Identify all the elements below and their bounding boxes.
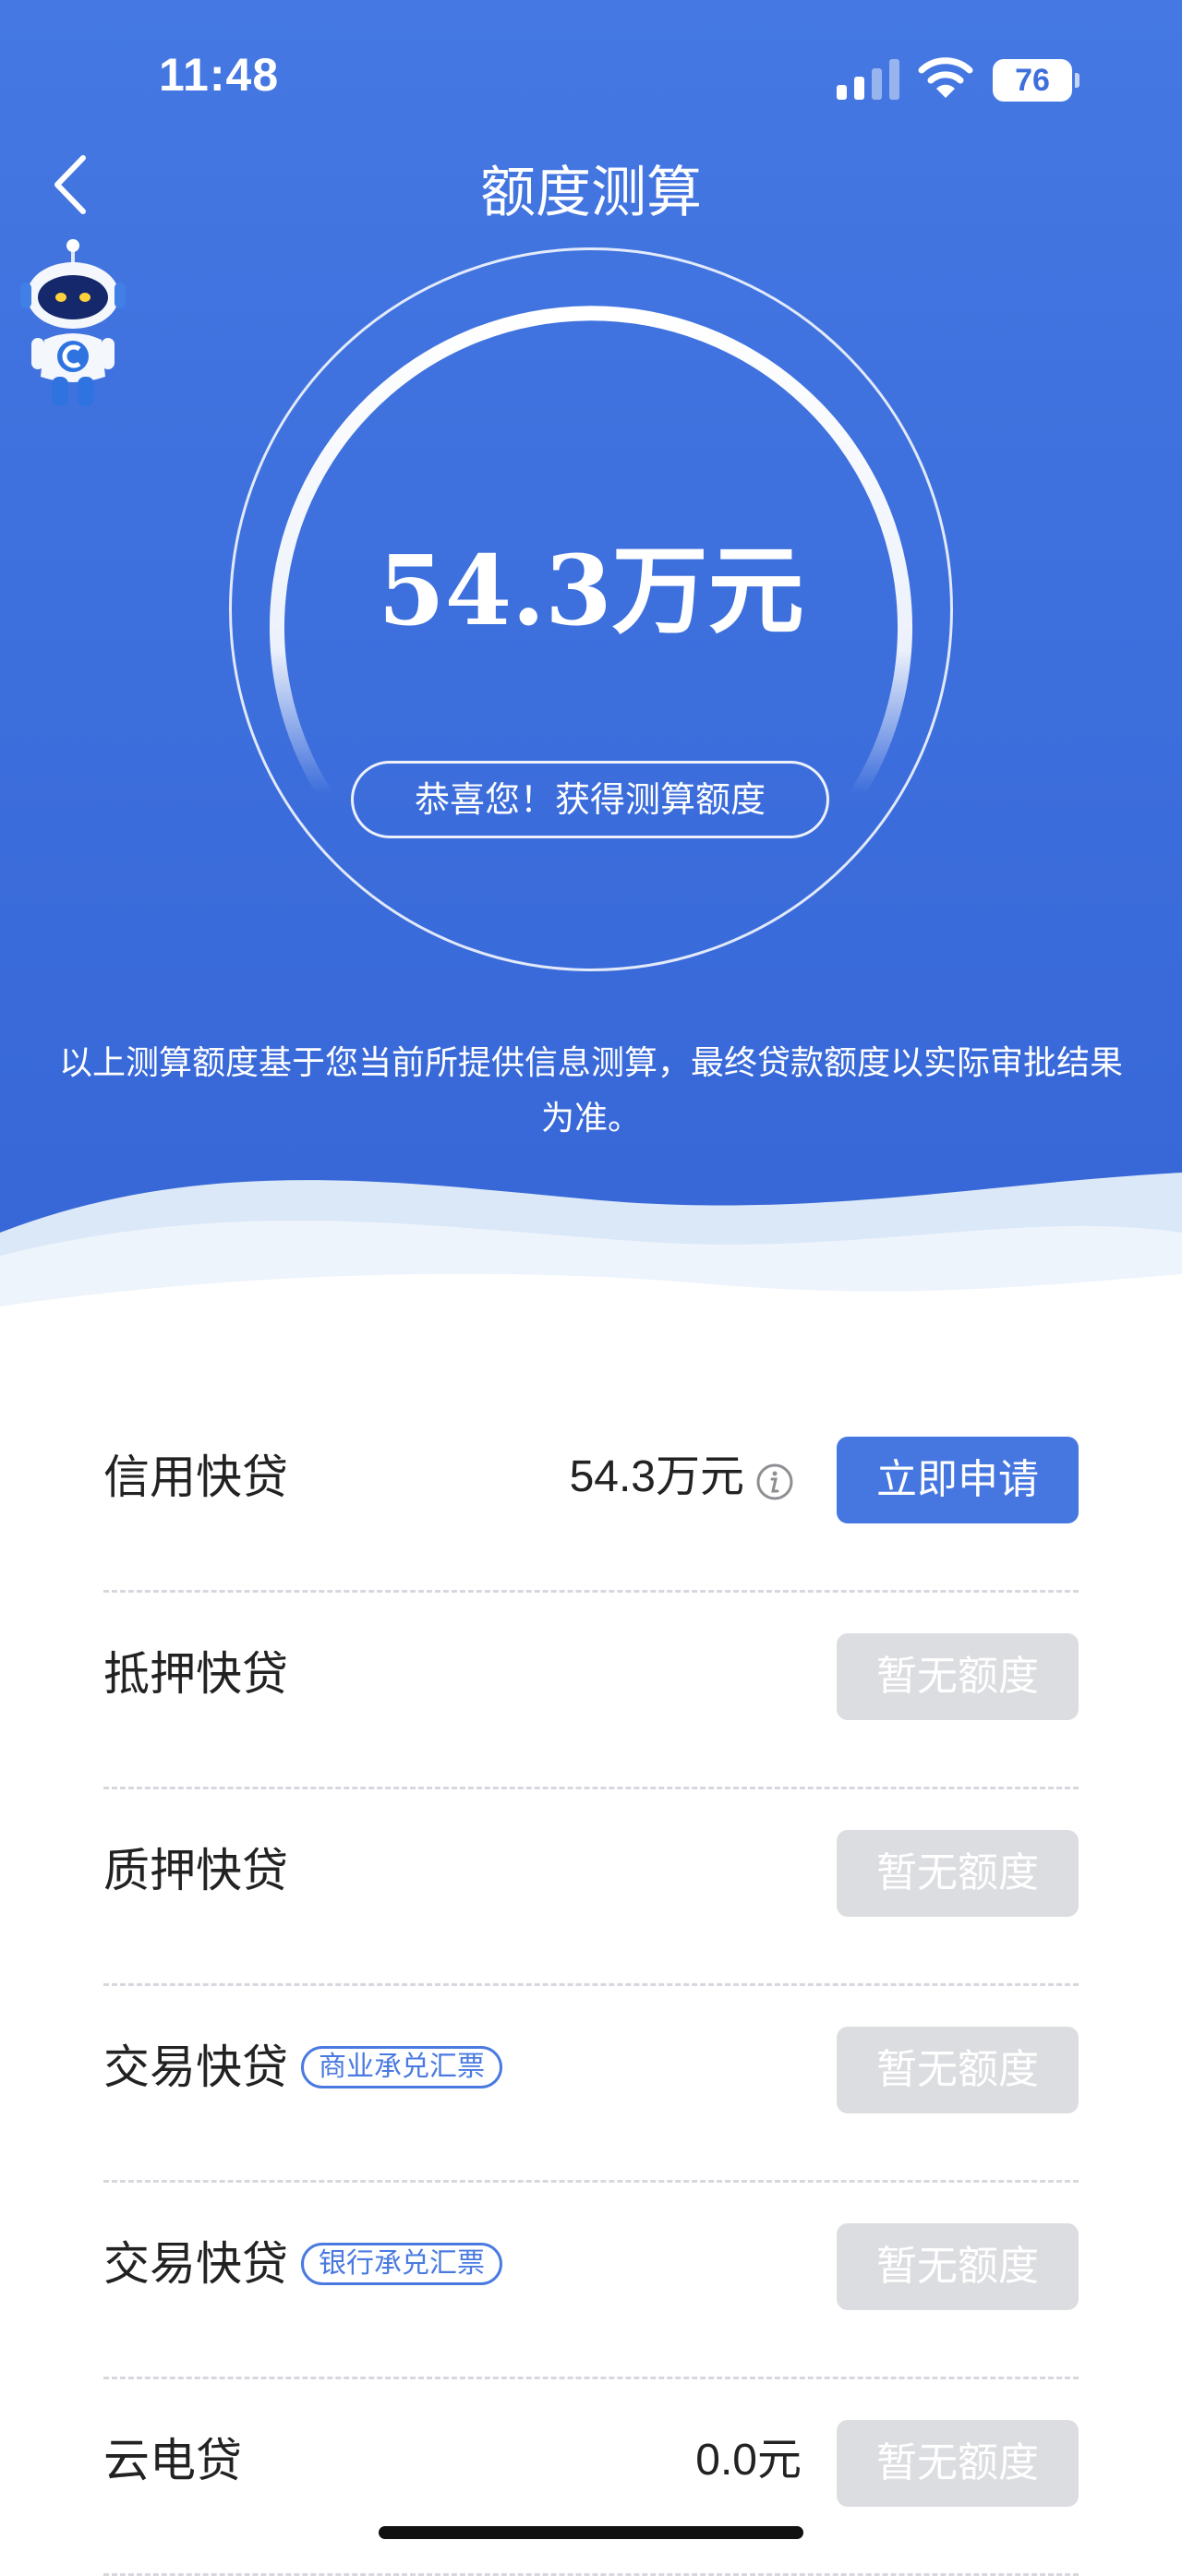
product-row-trade-commercial: 交易快贷 商业承兑汇票 暂无额度 xyxy=(103,1986,1079,2183)
product-name: 交易快贷 xyxy=(103,2237,288,2291)
product-name: 云电贷 xyxy=(103,2434,242,2487)
page-title: 额度测算 xyxy=(480,161,702,225)
battery-indicator: 76 xyxy=(993,59,1079,102)
product-tag: 银行承兑汇票 xyxy=(301,2242,502,2285)
wave-decoration xyxy=(0,1173,1182,1385)
no-quota-button[interactable]: 暂无额度 xyxy=(837,2420,1079,2507)
product-name: 抵押快贷 xyxy=(103,1647,288,1701)
congrats-badge: 恭喜您！获得测算额度 xyxy=(351,761,829,838)
product-row-cloud-electric: 云电贷 0.0元 暂无额度 xyxy=(103,2379,1079,2576)
product-row-pledge: 质押快贷 暂无额度 xyxy=(103,1789,1079,1986)
no-quota-button[interactable]: 暂无额度 xyxy=(837,2223,1079,2310)
product-list: 信用快贷 54.3万元 立即申请 抵押快贷 暂无额度 质押快贷 暂无额度 交易快… xyxy=(103,1396,1079,2576)
no-quota-button[interactable]: 暂无额度 xyxy=(837,1830,1079,1917)
home-indicator xyxy=(379,2526,803,2539)
product-row-trade-bank: 交易快贷 银行承兑汇票 暂无额度 xyxy=(103,2183,1079,2379)
status-time: 11:48 xyxy=(159,49,280,101)
product-amount: 0.0元 xyxy=(695,2436,802,2485)
apply-now-button[interactable]: 立即申请 xyxy=(837,1437,1079,1523)
no-quota-button[interactable]: 暂无额度 xyxy=(837,1633,1079,1720)
product-row-credit: 信用快贷 54.3万元 立即申请 xyxy=(103,1396,1079,1593)
product-amount: 54.3万元 xyxy=(569,1452,744,1501)
robot-assistant-icon[interactable] xyxy=(13,238,133,414)
estimation-notice: 以上测算额度基于您当前所提供信息测算，最终贷款额度以实际审批结果为准。 xyxy=(58,1044,1123,1138)
cellular-signal-icon xyxy=(837,59,899,100)
product-name: 信用快贷 xyxy=(103,1451,288,1504)
product-name-wrap: 交易快贷 商业承兑汇票 xyxy=(103,2027,502,2108)
product-tag: 商业承兑汇票 xyxy=(301,2045,502,2088)
no-quota-button[interactable]: 暂无额度 xyxy=(837,2027,1079,2113)
product-row-mortgage: 抵押快贷 暂无额度 xyxy=(103,1593,1079,1789)
estimated-amount: 54.3万元 xyxy=(378,534,804,647)
product-name: 交易快贷 xyxy=(103,2040,288,2094)
product-name-wrap: 交易快贷 银行承兑汇票 xyxy=(103,2223,502,2305)
wifi-icon xyxy=(918,57,973,98)
info-icon[interactable] xyxy=(755,1463,794,1501)
product-name: 质押快贷 xyxy=(103,1844,288,1897)
